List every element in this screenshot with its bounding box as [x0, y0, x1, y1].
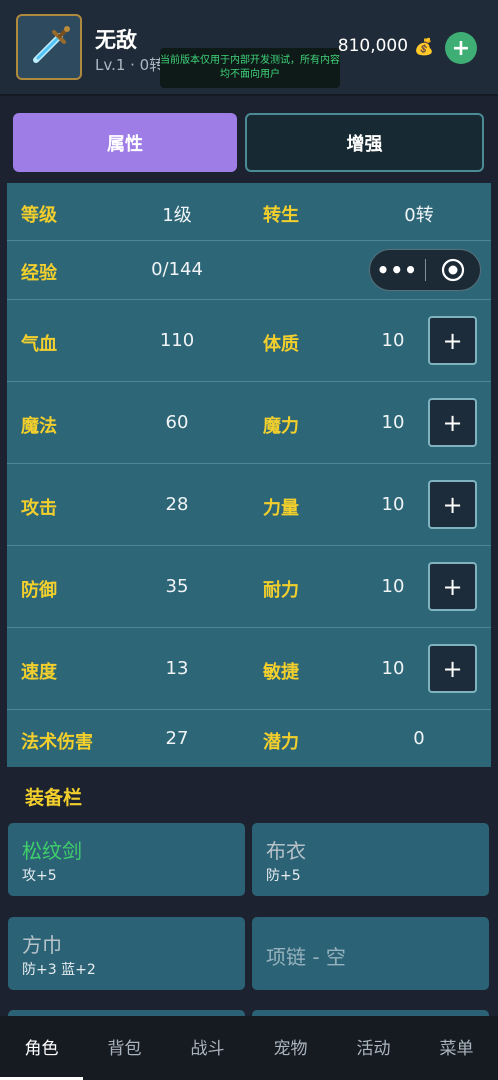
stat-label-hp: 气血 [21, 334, 57, 355]
nav-tab-character[interactable]: 角色 [0, 1034, 83, 1059]
nav-tab-battle[interactable]: 战斗 [166, 1034, 249, 1059]
stat-label-pot: 潜力 [263, 732, 299, 753]
add-mag-button[interactable]: + [428, 398, 477, 447]
stat-value-agi: 10 [381, 658, 405, 679]
character-avatar[interactable] [16, 14, 82, 80]
stat-value-def: 35 [165, 576, 189, 597]
equip-slot-necklace[interactable]: 项链 - 空 [252, 917, 489, 990]
equip-slot-helm[interactable]: 方巾 防+3 蓝+2 [8, 917, 245, 990]
stat-row-spell: 法术伤害 27 潜力 0 [7, 710, 491, 767]
dev-notice-toast: 当前版本仅用于内部开发测试，所有内容均不面向用户 [160, 48, 340, 88]
gold-amount: 810,000 [337, 36, 409, 56]
close-target-icon[interactable] [425, 249, 480, 291]
equip-slot-armor[interactable]: 布衣 防+5 [252, 823, 489, 896]
stat-value-end: 10 [381, 576, 405, 597]
add-con-button[interactable]: + [428, 316, 477, 365]
equip-stat-armor: 防+5 [266, 868, 301, 884]
stat-row-level: 等级 1级 转生 0转 [7, 183, 491, 241]
stat-label-level: 等级 [21, 205, 57, 226]
stat-row-exp: 经验 0/144 ••• [7, 241, 491, 300]
stat-value-mag: 10 [381, 412, 405, 433]
stat-row-atk: 攻击 28 力量 10 + [7, 464, 491, 546]
miniprogram-capsule: ••• [369, 249, 481, 291]
tab-enhance[interactable]: 增强 [245, 113, 484, 172]
nav-tab-pet[interactable]: 宠物 [249, 1034, 332, 1059]
stat-value-rebirth: 0转 [404, 205, 434, 226]
nav-tab-events[interactable]: 活动 [332, 1034, 415, 1059]
stat-row-hp: 气血 110 体质 10 + [7, 300, 491, 382]
equip-name-weapon: 松纹剑 [22, 839, 82, 863]
stat-value-pot: 0 [413, 728, 425, 749]
equip-name-necklace: 项链 - 空 [266, 945, 346, 969]
stat-row-spd: 速度 13 敏捷 10 + [7, 628, 491, 710]
equip-stat-weapon: 攻+5 [22, 868, 57, 884]
stat-value-level: 1级 [162, 205, 192, 226]
more-options-icon[interactable]: ••• [370, 249, 425, 291]
stat-label-spell: 法术伤害 [21, 732, 93, 753]
equip-name-armor: 布衣 [266, 839, 306, 863]
stat-label-def: 防御 [21, 580, 57, 601]
stat-value-con: 10 [381, 330, 405, 351]
stat-label-spd: 速度 [21, 662, 57, 683]
stat-label-end: 耐力 [263, 580, 299, 601]
add-end-button[interactable]: + [428, 562, 477, 611]
add-str-button[interactable]: + [428, 480, 477, 529]
stat-row-def: 防御 35 耐力 10 + [7, 546, 491, 628]
money-bag-icon: 💰 [414, 36, 434, 56]
stat-value-atk: 28 [165, 494, 189, 515]
stat-value-exp: 0/144 [151, 259, 203, 280]
tab-attributes[interactable]: 属性 [13, 113, 237, 172]
character-level: Lv.1 · 0转 [95, 56, 165, 74]
nav-tab-bag[interactable]: 背包 [83, 1034, 166, 1059]
stat-label-con: 体质 [263, 334, 299, 355]
stat-label-rebirth: 转生 [263, 205, 299, 226]
stat-label-mp: 魔法 [21, 416, 57, 437]
character-name: 无敌 [95, 28, 137, 52]
stat-value-spell: 27 [165, 728, 189, 749]
stats-panel: 等级 1级 转生 0转 经验 0/144 ••• 气血 110 体质 10 + … [7, 183, 491, 767]
stat-value-hp: 110 [159, 330, 195, 351]
equip-slot-weapon[interactable]: 松纹剑 攻+5 [8, 823, 245, 896]
bottom-navigation: 角色 背包 战斗 宠物 活动 菜单 [0, 1016, 498, 1080]
equip-stat-helm: 防+3 蓝+2 [22, 962, 96, 978]
stat-label-str: 力量 [263, 498, 299, 519]
gold-display: 810,000 💰 [338, 36, 434, 56]
nav-tab-menu[interactable]: 菜单 [415, 1034, 498, 1059]
stat-value-mp: 60 [165, 412, 189, 433]
add-gold-button[interactable]: + [445, 32, 477, 64]
character-header: 无敌 Lv.1 · 0转 当前版本仅用于内部开发测试，所有内容均不面向用户 81… [0, 0, 498, 94]
stat-label-exp: 经验 [21, 263, 57, 284]
equip-name-helm: 方巾 [22, 933, 62, 957]
equipment-title: 装备栏 [25, 787, 83, 809]
sword-icon [33, 26, 70, 63]
header-divider [0, 94, 498, 96]
add-agi-button[interactable]: + [428, 644, 477, 693]
stat-label-atk: 攻击 [21, 498, 57, 519]
stat-value-str: 10 [381, 494, 405, 515]
stat-value-spd: 13 [165, 658, 189, 679]
stat-row-mp: 魔法 60 魔力 10 + [7, 382, 491, 464]
stat-label-mag: 魔力 [263, 416, 299, 437]
stat-label-agi: 敏捷 [263, 662, 299, 683]
